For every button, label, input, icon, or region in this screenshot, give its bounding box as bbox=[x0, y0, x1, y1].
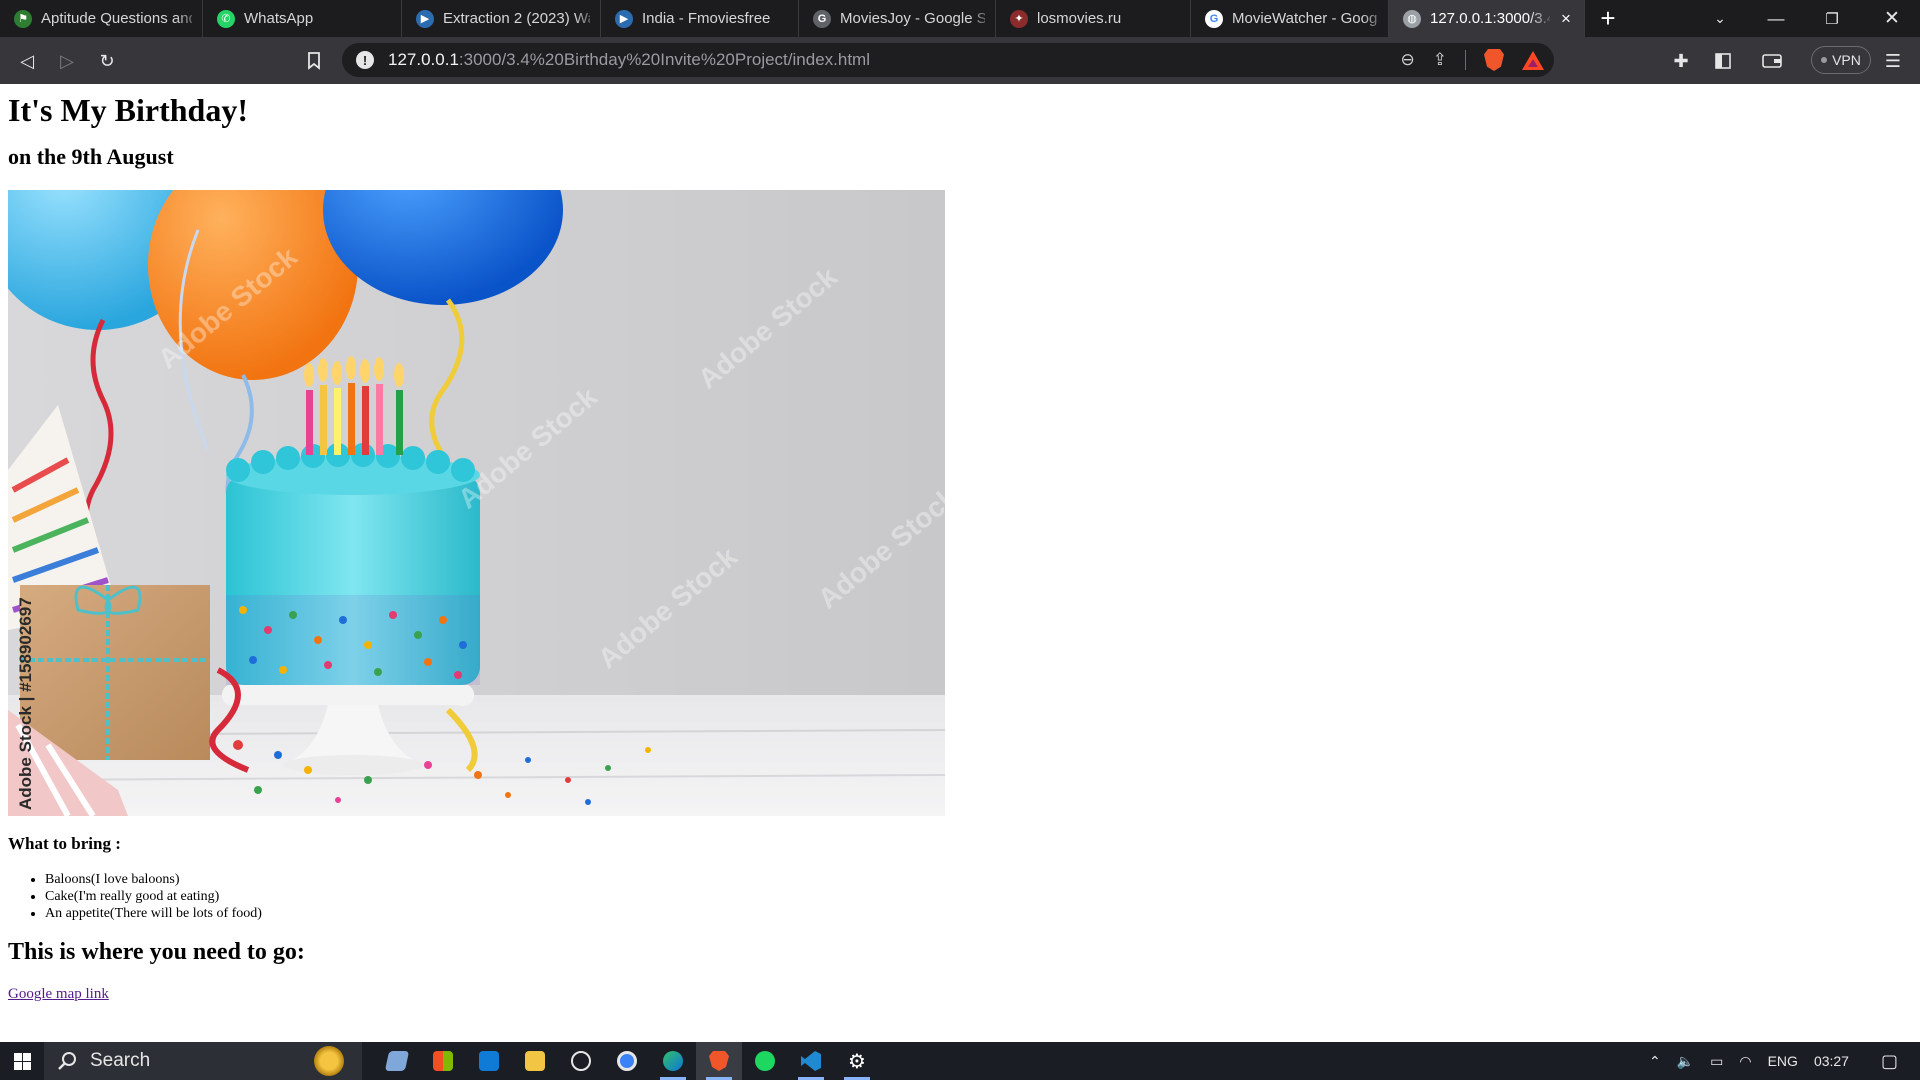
whatsapp-favicon-icon: ✆ bbox=[217, 9, 235, 28]
brave-icon bbox=[709, 1051, 729, 1071]
tab-search-chevron-icon[interactable]: ⌄ bbox=[1692, 0, 1748, 37]
play-favicon-icon: ▶ bbox=[416, 9, 434, 28]
location-heading: This is where you need to go: bbox=[8, 939, 305, 965]
system-tray: ⌃ 🔈 ▭ ◠ ENG 03:27 ▢ bbox=[1641, 1042, 1920, 1080]
page-subtitle: on the 9th August bbox=[8, 144, 174, 169]
gear-icon: ⚙ bbox=[848, 1050, 866, 1073]
notes-app-icon bbox=[384, 1051, 410, 1071]
tab-title: MoviesJoy - Google Search bbox=[840, 10, 985, 27]
tab-birthday-invite[interactable]: ◍ 127.0.0.1:3000/3.4 × bbox=[1389, 0, 1585, 37]
taskbar-vscode[interactable] bbox=[788, 1042, 834, 1080]
image-watermark: Adobe Stock | #158902697 bbox=[16, 597, 35, 810]
forward-icon[interactable]: ▷ bbox=[52, 46, 82, 76]
tab-title: India - Fmoviesfree bbox=[642, 10, 771, 27]
back-icon[interactable]: ◁ bbox=[12, 46, 42, 76]
restore-icon[interactable]: ❐ bbox=[1804, 0, 1860, 37]
share-icon[interactable]: ⇪ bbox=[1433, 50, 1447, 70]
tab-losmovies[interactable]: ✦ losmovies.ru bbox=[996, 0, 1191, 37]
taskbar-spotify[interactable] bbox=[742, 1042, 788, 1080]
minimize-icon[interactable]: — bbox=[1748, 0, 1804, 37]
reload-icon[interactable]: ↻ bbox=[92, 46, 122, 76]
play-favicon-icon: ▶ bbox=[615, 9, 633, 28]
tab-title: MovieWatcher - Google bbox=[1232, 10, 1378, 27]
aptitude-favicon-icon: ⚑ bbox=[14, 9, 32, 28]
taskbar-mail-app[interactable] bbox=[466, 1042, 512, 1080]
taskbar-app-circle[interactable] bbox=[604, 1042, 650, 1080]
page-title: It's My Birthday! bbox=[8, 92, 248, 128]
search-icon bbox=[58, 1052, 76, 1070]
folder-icon bbox=[525, 1051, 545, 1071]
what-to-bring-heading: What to bring : bbox=[8, 834, 121, 853]
tab-aptitude[interactable]: ⚑ Aptitude Questions and bbox=[0, 0, 203, 37]
store-icon bbox=[433, 1051, 453, 1071]
spotify-icon bbox=[755, 1051, 775, 1071]
edge-icon bbox=[663, 1051, 683, 1071]
taskbar-settings[interactable]: ⚙ bbox=[834, 1042, 880, 1080]
browser-toolbar: ◁ ▷ ↻ ! 127.0.0.1:3000/3.4%20Birthday%20… bbox=[0, 37, 1920, 84]
taskbar-chatgpt-app[interactable] bbox=[558, 1042, 604, 1080]
wifi-icon[interactable]: ◠ bbox=[1739, 1053, 1751, 1070]
taskbar-search[interactable]: Search bbox=[44, 1042, 362, 1080]
url-text[interactable]: 127.0.0.1:3000/3.4%20Birthday%20Invite%2… bbox=[388, 50, 870, 70]
windows-taskbar: Search ⚙ ⌃ 🔈 ▭ ◠ ENG 03:27 ▢ bbox=[0, 1042, 1920, 1080]
brave-rewards-icon[interactable] bbox=[1522, 50, 1544, 70]
language-indicator[interactable]: ENG bbox=[1768, 1053, 1798, 1069]
list-item: Cake(I'm really good at eating) bbox=[45, 888, 262, 905]
close-window-icon[interactable]: ✕ bbox=[1864, 0, 1920, 37]
weather-sun-icon[interactable] bbox=[314, 1046, 344, 1076]
address-bar[interactable]: ! 127.0.0.1:3000/3.4%20Birthday%20Invite… bbox=[342, 43, 1554, 77]
clock[interactable]: 03:27 bbox=[1814, 1053, 1849, 1069]
tab-title: Aptitude Questions and bbox=[41, 10, 192, 27]
tab-title: losmovies.ru bbox=[1037, 10, 1122, 27]
zoom-icon[interactable]: ⊖ bbox=[1401, 50, 1415, 70]
google-favicon-icon: G bbox=[1205, 9, 1223, 28]
chevron-up-icon[interactable]: ⌃ bbox=[1649, 1053, 1661, 1070]
tab-title: Extraction 2 (2023) Watch bbox=[443, 10, 590, 27]
menu-icon[interactable]: ☰ bbox=[1878, 46, 1908, 76]
google-favicon-icon: G bbox=[813, 9, 831, 28]
bookmark-icon[interactable] bbox=[299, 46, 329, 76]
globe-favicon-icon: ◍ bbox=[1403, 9, 1421, 28]
tab-title: WhatsApp bbox=[244, 10, 314, 27]
tab-fmoviesfree[interactable]: ▶ India - Fmoviesfree bbox=[601, 0, 799, 37]
brave-shields-icon[interactable] bbox=[1484, 49, 1504, 71]
volume-icon[interactable]: 🔈 bbox=[1677, 1053, 1694, 1070]
windows-logo-icon bbox=[13, 1052, 31, 1070]
start-button[interactable] bbox=[0, 1042, 44, 1080]
mail-icon bbox=[479, 1051, 499, 1071]
tab-whatsapp[interactable]: ✆ WhatsApp bbox=[203, 0, 402, 37]
vpn-button[interactable]: VPN bbox=[1811, 46, 1871, 74]
vscode-icon bbox=[801, 1051, 821, 1071]
page-content: It's My Birthday! on the 9th August Adob… bbox=[0, 84, 1920, 1042]
taskbar-brave[interactable] bbox=[696, 1042, 742, 1080]
wallet-icon[interactable] bbox=[1757, 46, 1787, 76]
app-circle-icon bbox=[617, 1051, 637, 1071]
taskbar-notes-app[interactable] bbox=[374, 1042, 420, 1080]
tab-moviewatcher[interactable]: G MovieWatcher - Google bbox=[1191, 0, 1389, 37]
taskbar-edge[interactable] bbox=[650, 1042, 696, 1080]
tab-extraction-2[interactable]: ▶ Extraction 2 (2023) Watch bbox=[402, 0, 601, 37]
google-map-link[interactable]: Google map link bbox=[8, 986, 109, 1003]
notifications-icon[interactable]: ▢ bbox=[1881, 1051, 1898, 1072]
taskbar-store-app[interactable] bbox=[420, 1042, 466, 1080]
tab-moviesjoy-search[interactable]: G MoviesJoy - Google Search bbox=[799, 0, 996, 37]
battery-icon[interactable]: ▭ bbox=[1710, 1053, 1723, 1070]
new-tab-button[interactable]: + bbox=[1585, 0, 1631, 37]
list-item: An appetite(There will be lots of food) bbox=[45, 905, 262, 922]
list-item: Baloons(I love baloons) bbox=[45, 871, 262, 888]
sidebar-icon[interactable] bbox=[1708, 46, 1738, 76]
losmovies-favicon-icon: ✦ bbox=[1010, 9, 1028, 28]
extensions-icon[interactable]: ✚ bbox=[1666, 46, 1696, 76]
birthday-cake-image: Adobe Stock Adobe Stock Adobe Stock Adob… bbox=[8, 190, 945, 816]
taskbar-file-explorer[interactable] bbox=[512, 1042, 558, 1080]
bring-list: Baloons(I love baloons) Cake(I'm really … bbox=[45, 871, 262, 922]
site-info-icon[interactable]: ! bbox=[356, 51, 374, 69]
openai-icon bbox=[571, 1051, 591, 1071]
tab-strip: ⚑ Aptitude Questions and ✆ WhatsApp ▶ Ex… bbox=[0, 0, 1920, 37]
close-tab-icon[interactable]: × bbox=[1558, 9, 1574, 29]
